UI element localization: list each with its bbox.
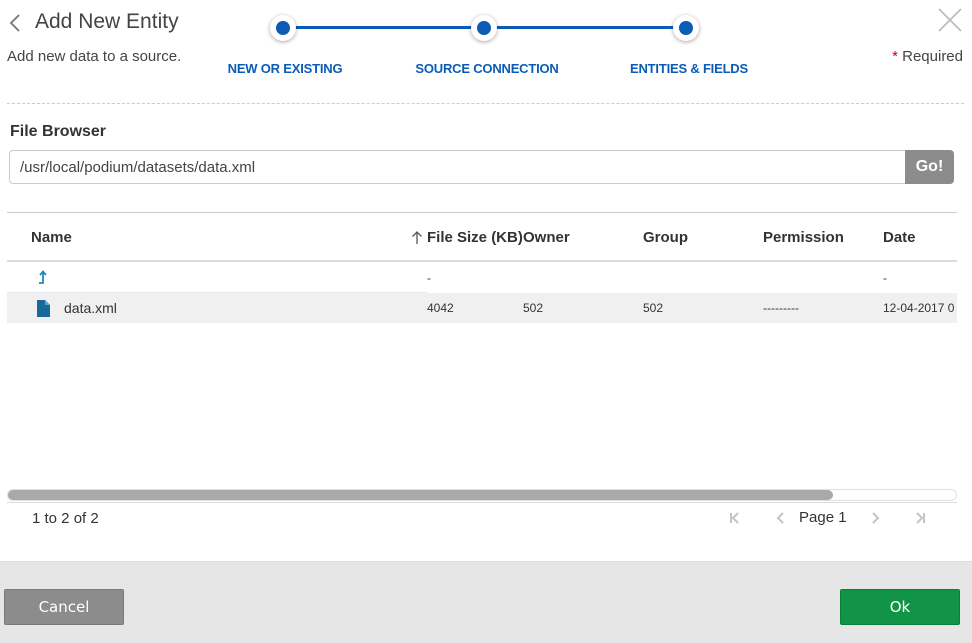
cell-name[interactable]: data.xml (64, 300, 117, 316)
grid-header-row: Name File Size (KB) Owner Group Permissi… (7, 213, 957, 262)
step-connector (485, 26, 686, 29)
go-button[interactable]: Go! (905, 150, 954, 184)
step-label-new-or-existing[interactable]: NEW OR EXISTING (228, 61, 343, 76)
file-path-input[interactable] (9, 150, 907, 184)
horizontal-scrollbar-thumb[interactable] (8, 490, 833, 500)
table-row-file[interactable]: data.xml 4042 502 502 --------- 12-04-20… (7, 293, 957, 323)
cell-owner: 502 (523, 301, 544, 315)
column-header-group[interactable]: Group (643, 229, 688, 246)
column-header-date[interactable]: Date (883, 229, 916, 246)
add-new-entity-dialog: Add New Entity Add new data to a source.… (0, 0, 972, 643)
next-page-icon[interactable] (869, 510, 883, 526)
level-up-icon (39, 270, 47, 284)
cancel-button[interactable]: Cancel (4, 589, 124, 625)
step-label-entities-fields[interactable]: ENTITIES & FIELDS (630, 61, 748, 76)
step-dot-new-or-existing[interactable] (270, 15, 296, 41)
dialog-footer: Cancel Ok (0, 561, 972, 643)
wizard-stepper: NEW OR EXISTING SOURCE CONNECTION ENTITI… (0, 0, 972, 90)
column-header-file-size[interactable]: File Size (KB) (427, 229, 523, 246)
required-asterisk: * (892, 48, 898, 65)
file-icon (37, 300, 50, 317)
file-browser-label: File Browser (10, 123, 107, 140)
column-header-name[interactable]: Name (31, 229, 72, 246)
table-row-parent-directory[interactable]: - - (7, 263, 957, 293)
horizontal-scrollbar[interactable] (7, 489, 957, 501)
row-count-summary: 1 to 2 of 2 (32, 510, 99, 527)
last-page-icon[interactable] (913, 510, 927, 526)
step-label-source-connection[interactable]: SOURCE CONNECTION (415, 61, 558, 76)
required-legend: * Required (892, 48, 963, 65)
step-dot-entities-fields[interactable] (673, 15, 699, 41)
step-dot-source-connection[interactable] (471, 15, 497, 41)
cell-date: 12-04-2017 0 (883, 301, 955, 315)
sort-ascending-icon[interactable] (411, 230, 423, 245)
grid-bottom-border (7, 502, 957, 503)
page-number: 1 (838, 509, 847, 526)
cell-date: - (883, 271, 887, 285)
ok-button[interactable]: Ok (840, 589, 960, 625)
required-label: Required (902, 48, 963, 65)
header-divider (7, 103, 964, 104)
first-page-icon[interactable] (728, 510, 742, 526)
cell-file-size: 4042 (427, 301, 454, 315)
page-indicator: Page 1 (799, 509, 847, 526)
step-connector (283, 26, 485, 29)
previous-page-icon[interactable] (773, 510, 787, 526)
cell-file-size: - (427, 271, 431, 285)
column-header-permission[interactable]: Permission (763, 229, 844, 246)
cell-permission: --------- (763, 301, 799, 315)
page-label: Page (799, 509, 835, 526)
file-grid: Name File Size (KB) Owner Group Permissi… (7, 212, 957, 504)
column-header-owner[interactable]: Owner (523, 229, 570, 246)
close-icon[interactable] (937, 7, 963, 33)
cell-group: 502 (643, 301, 664, 315)
